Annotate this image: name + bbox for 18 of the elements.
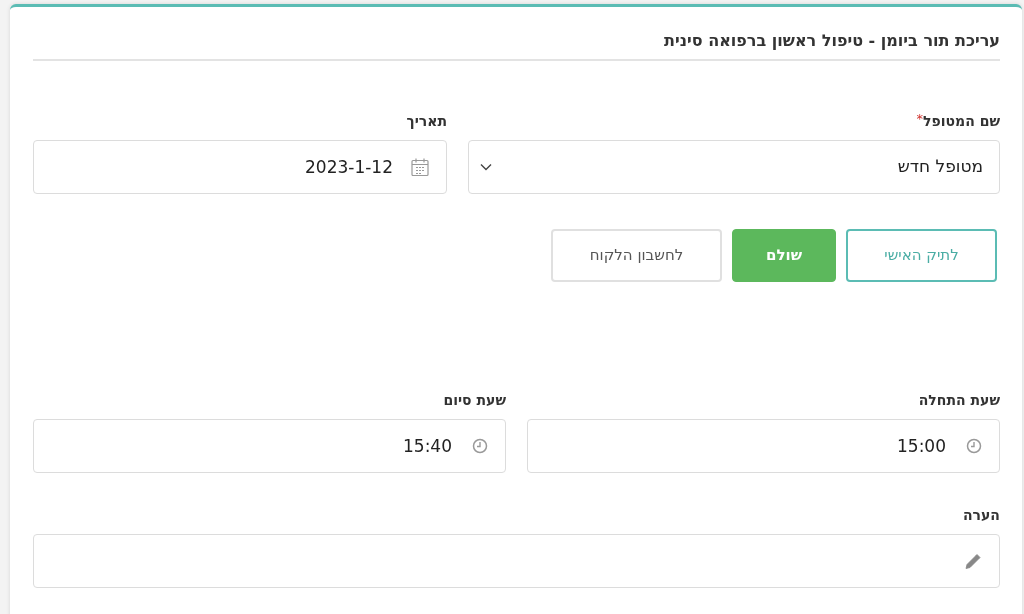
calendar-icon (411, 157, 429, 177)
patient-select[interactable]: מטופל חדש (468, 140, 1000, 195)
clock-icon (472, 438, 488, 455)
pencil-icon (965, 552, 982, 570)
form-title: עריכת תור ביומן - טיפול ראשון ברפואה סינית (33, 31, 1000, 62)
end-time-field[interactable]: 15:40 (33, 419, 506, 474)
field-label: הערה (963, 506, 1000, 526)
required-mark: * (916, 111, 923, 127)
clock-icon (966, 438, 982, 455)
field-label: שעת התחלה (918, 391, 1000, 411)
field-label: שעת סיום (443, 391, 506, 411)
note-field[interactable] (33, 534, 1000, 589)
account-button[interactable]: לחשבון הלקוח (551, 229, 722, 283)
start-time-field[interactable]: 15:00 (527, 419, 1000, 474)
chevron-down-icon (480, 163, 492, 172)
field-label: תאריך (406, 112, 447, 132)
date-field[interactable]: 2023-1-12 (33, 140, 447, 195)
field-label: שם המטופל (923, 112, 1000, 132)
